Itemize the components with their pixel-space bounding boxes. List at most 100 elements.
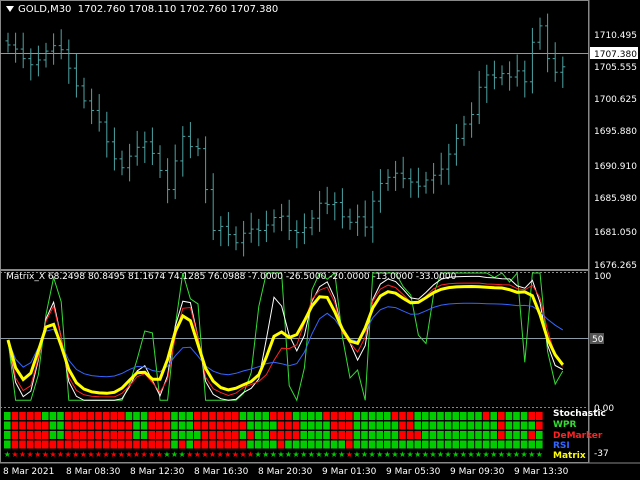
matrix-cell bbox=[277, 431, 285, 439]
matrix-star: ★ bbox=[353, 450, 360, 459]
matrix-cell bbox=[429, 412, 437, 420]
matrix-star: ★ bbox=[80, 450, 87, 459]
matrix-cell bbox=[201, 431, 209, 439]
indicator-lines bbox=[6, 271, 564, 402]
matrix-cell bbox=[490, 440, 497, 449]
matrix-cell bbox=[163, 421, 171, 430]
matrix-cell bbox=[19, 440, 26, 449]
matrix-cell bbox=[148, 421, 155, 430]
matrix-cell bbox=[186, 431, 193, 439]
matrix-cell bbox=[346, 440, 353, 449]
legend-wpr: WPR bbox=[553, 420, 577, 430]
matrix-star: ★ bbox=[118, 450, 125, 459]
matrix-cell bbox=[414, 440, 421, 449]
matrix-cell bbox=[140, 431, 148, 439]
matrix-cell bbox=[11, 440, 19, 449]
matrix-cell bbox=[19, 412, 26, 420]
matrix-cell bbox=[528, 431, 535, 439]
matrix-star: ★ bbox=[429, 450, 436, 459]
matrix-cell bbox=[216, 412, 224, 420]
matrix-star: ★ bbox=[65, 450, 72, 459]
matrix-cell bbox=[239, 431, 247, 439]
matrix-cell bbox=[270, 440, 277, 449]
matrix-star: ★ bbox=[11, 450, 18, 459]
matrix-cell bbox=[368, 431, 376, 439]
matrix-cell bbox=[110, 431, 117, 439]
matrix-cell bbox=[262, 440, 269, 449]
matrix-cell bbox=[102, 440, 110, 449]
matrix-cell bbox=[353, 412, 361, 420]
matrix-cell bbox=[308, 421, 315, 430]
matrix-cell bbox=[391, 412, 399, 420]
price-label: 1700.625 bbox=[594, 95, 637, 105]
matrix-cell bbox=[34, 421, 41, 430]
matrix-cell bbox=[140, 412, 148, 420]
matrix-cell bbox=[422, 421, 429, 430]
matrix-cell bbox=[118, 421, 125, 430]
matrix-cell bbox=[102, 412, 110, 420]
matrix-star: ★ bbox=[262, 450, 269, 459]
matrix-cell bbox=[513, 412, 520, 420]
matrix-star: ★ bbox=[399, 450, 406, 459]
matrix-cell bbox=[163, 412, 171, 420]
matrix-cell bbox=[49, 412, 57, 420]
matrix-star: ★ bbox=[247, 450, 254, 459]
matrix-cell bbox=[178, 421, 186, 430]
matrix-cell bbox=[34, 412, 41, 420]
matrix-cell bbox=[452, 421, 459, 430]
matrix-cell bbox=[254, 431, 262, 439]
matrix-star: ★ bbox=[528, 450, 535, 459]
matrix-star: ★ bbox=[315, 450, 322, 459]
legend-demarker: DeMarker bbox=[553, 431, 603, 441]
matrix-star: ★ bbox=[270, 450, 277, 459]
matrix-cell bbox=[186, 412, 193, 420]
matrix-cell bbox=[323, 412, 330, 420]
matrix-cell bbox=[216, 431, 224, 439]
matrix-cell bbox=[171, 421, 178, 430]
matrix-cell bbox=[11, 412, 19, 420]
time-label: 8 Mar 2021 bbox=[3, 467, 54, 477]
matrix-star: ★ bbox=[110, 450, 117, 459]
matrix-star: ★ bbox=[323, 450, 330, 459]
matrix-star: ★ bbox=[536, 450, 543, 459]
matrix-cell bbox=[163, 431, 171, 439]
matrix-cell bbox=[323, 431, 330, 439]
matrix-cell bbox=[95, 421, 102, 430]
matrix-cell bbox=[140, 421, 148, 430]
matrix-cell bbox=[102, 421, 110, 430]
matrix-cell bbox=[87, 421, 95, 430]
matrix-star: ★ bbox=[346, 450, 353, 459]
matrix-cell bbox=[490, 421, 497, 430]
matrix-cell bbox=[414, 412, 421, 420]
matrix-cell bbox=[110, 440, 117, 449]
matrix-cell bbox=[216, 440, 224, 449]
time-label: 9 Mar 09:30 bbox=[450, 467, 505, 477]
matrix-star: ★ bbox=[224, 450, 231, 459]
matrix-star: ★ bbox=[171, 450, 178, 459]
matrix-star: ★ bbox=[460, 450, 467, 459]
matrix-cell bbox=[536, 421, 543, 430]
matrix-cell bbox=[505, 412, 513, 420]
matrix-cell bbox=[399, 412, 406, 420]
matrix-cell bbox=[216, 421, 224, 430]
matrix-cell bbox=[95, 412, 102, 420]
matrix-cell bbox=[292, 431, 300, 439]
matrix-cell bbox=[444, 440, 452, 449]
matrix-cell bbox=[224, 421, 231, 430]
matrix-cell bbox=[482, 412, 490, 420]
chart-canvas[interactable]: 1710.495 1705.555 1700.625 1695.880 1690… bbox=[0, 0, 640, 480]
matrix-cell bbox=[513, 431, 520, 439]
matrix-cell bbox=[42, 431, 49, 439]
matrix-star: ★ bbox=[217, 450, 224, 459]
matrix-cell bbox=[422, 431, 429, 439]
matrix-cell bbox=[102, 431, 110, 439]
matrix-star: ★ bbox=[186, 450, 193, 459]
matrix-star: ★ bbox=[232, 450, 239, 459]
matrix-cell bbox=[133, 431, 140, 439]
matrix-cell bbox=[490, 431, 497, 439]
matrix-cell bbox=[148, 412, 155, 420]
matrix-cell bbox=[399, 421, 406, 430]
matrix-cell bbox=[270, 431, 277, 439]
matrix-star: ★ bbox=[156, 450, 163, 459]
matrix-cell bbox=[475, 440, 482, 449]
